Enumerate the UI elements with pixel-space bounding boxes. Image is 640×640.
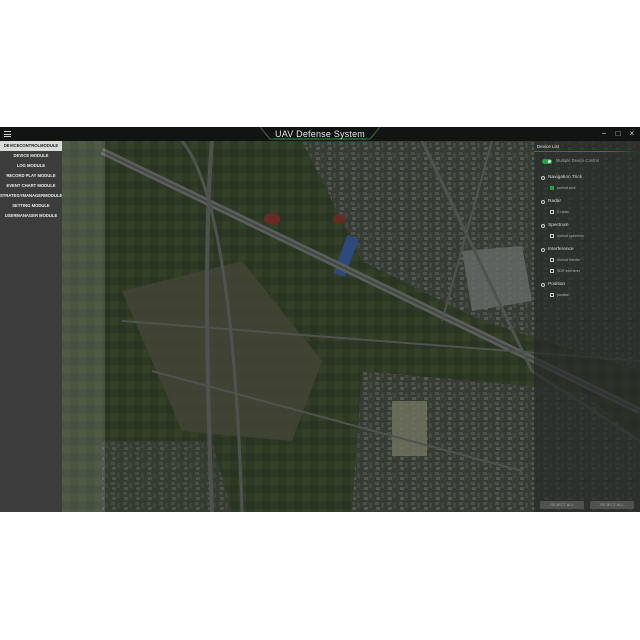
option-normal-interfer[interactable]: normal interfer (550, 258, 580, 262)
minimize-button[interactable]: − (600, 129, 608, 138)
group-interference[interactable]: Interference (541, 247, 574, 252)
device-list-title: Device List (537, 144, 560, 149)
sidebar-item-device-module[interactable]: DEVICE MODULE (0, 151, 62, 161)
option-label: normal trick (557, 186, 576, 190)
sidebar-item-log-module[interactable]: LOG MODULE (0, 161, 62, 171)
device-list-panel: Device List Multiple Device Control Navi… (534, 141, 640, 512)
group-spectrum[interactable]: Spectrum (541, 223, 569, 228)
sidebar-item-usermanager-module[interactable]: USERMANAGER MODULE (0, 211, 62, 221)
group-position[interactable]: Position (541, 282, 565, 287)
window-title-plate: UAV Defense System (260, 127, 380, 141)
multiple-device-control-toggle[interactable] (542, 159, 552, 164)
checkbox-icon[interactable] (550, 210, 554, 214)
sidebar-item-strategymanagermodule[interactable]: STRATEGYMANAGERMODULE (0, 191, 62, 201)
window-controls: − □ × (600, 129, 636, 138)
sidebar-item-setting-module[interactable]: SETTING MODULE (0, 201, 62, 211)
maximize-button[interactable]: □ (614, 129, 622, 138)
multiple-device-control-label: Multiple Device Control (556, 158, 600, 163)
reject-all-button-left[interactable]: REJECT ALL (540, 501, 584, 509)
option-label: normal interfer (557, 258, 581, 262)
group-indicator-icon (541, 199, 545, 204)
checkbox-checked-icon[interactable] (550, 186, 554, 190)
group-label: Radar (548, 199, 562, 204)
window-title: UAV Defense System (275, 129, 365, 139)
checkbox-icon[interactable] (550, 258, 554, 262)
sidebar-item-event-chart-module[interactable]: EVENT CHART MODULE (0, 181, 62, 191)
group-label: Navigation Trick (548, 175, 583, 180)
group-indicator-icon (541, 247, 545, 252)
group-label: Interference (548, 247, 574, 252)
option-position[interactable]: position (550, 293, 569, 297)
option-s-radar[interactable]: S radar (550, 210, 569, 214)
checkbox-icon[interactable] (550, 269, 554, 273)
option-label: SDR interferer (557, 269, 580, 273)
group-label: Position (548, 282, 566, 287)
group-label: Spectrum (548, 223, 569, 228)
option-label: position (557, 293, 570, 297)
checkbox-icon[interactable] (550, 234, 554, 238)
sidebar-item-devicecontrolmodule[interactable]: DEVICECONTROLMODULE (0, 141, 62, 151)
option-label: normal spectrum (557, 234, 584, 238)
group-indicator-icon (541, 223, 545, 228)
option-label: S radar (557, 210, 569, 214)
panel-divider (534, 151, 640, 152)
option-normal-spectrum[interactable]: normal spectrum (550, 234, 584, 238)
app-window: UAV Defense System − □ × DEVICECONTROLMO… (0, 127, 640, 512)
close-button[interactable]: × (628, 129, 636, 138)
reject-all-button-right[interactable]: REJECT ALL (590, 501, 634, 509)
option-normal-trick[interactable]: normal trick (550, 186, 576, 190)
title-bar: UAV Defense System − □ × (0, 127, 640, 142)
sidebar-item-record-play-module[interactable]: RECORD PLAY MODULE (0, 171, 62, 181)
hamburger-menu-icon[interactable] (4, 131, 11, 137)
group-indicator-icon (541, 282, 545, 287)
option-sdr-interferer[interactable]: SDR interferer (550, 269, 580, 273)
checkbox-icon[interactable] (550, 293, 554, 297)
group-navigation-trick[interactable]: Navigation Trick (541, 175, 582, 180)
module-sidebar: DEVICECONTROLMODULE DEVICE MODULE LOG MO… (0, 141, 63, 512)
group-indicator-icon (541, 175, 545, 180)
satellite-map[interactable]: Device List Multiple Device Control Navi… (62, 141, 640, 512)
group-radar[interactable]: Radar (541, 199, 561, 204)
map-edge-shade (62, 141, 105, 512)
